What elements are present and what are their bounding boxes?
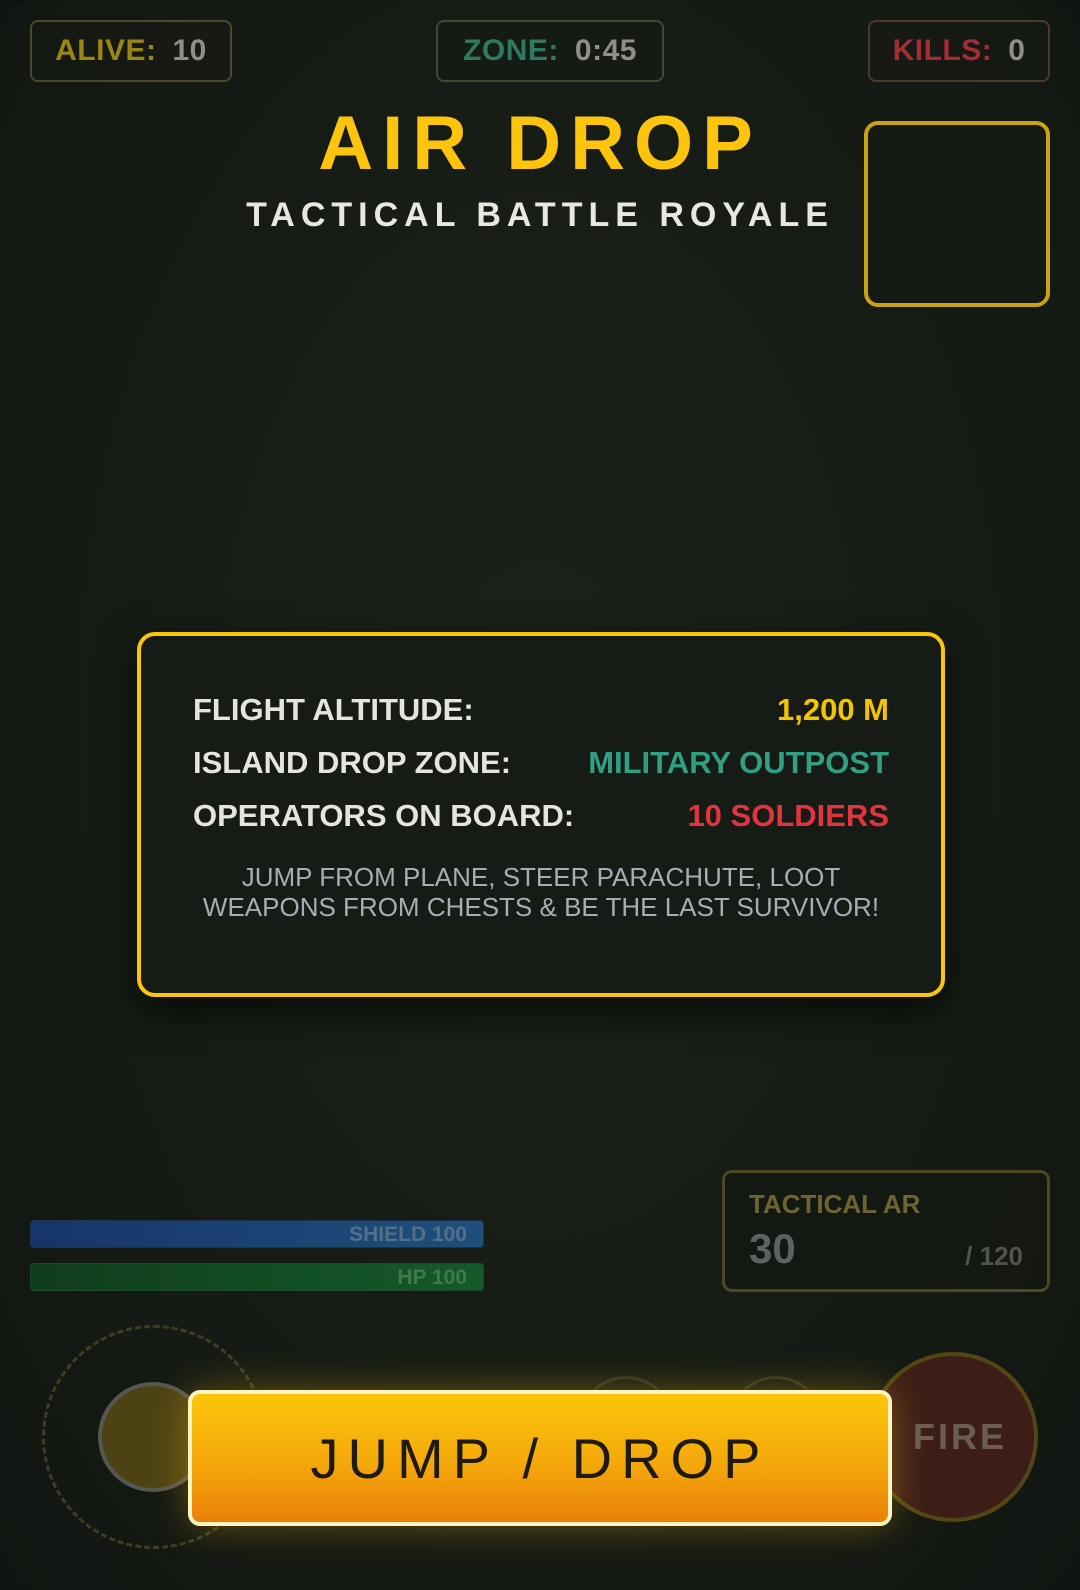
kills-label: KILLS: <box>892 34 993 67</box>
kills-counter: KILLS: 0 <box>868 20 1050 82</box>
operators-value: 10 SOLDIERS <box>687 798 889 833</box>
drop-zone-value: MILITARY OUTPOST <box>588 745 889 780</box>
operators-label: OPERATORS ON BOARD: <box>193 798 575 833</box>
alive-label: ALIVE: <box>55 34 157 67</box>
ammo-reserve: / 120 <box>965 1241 1023 1271</box>
flight-info-panel: FLIGHT ALTITUDE: 1,200 M ISLAND DROP ZON… <box>137 632 945 997</box>
mission-description: JUMP FROM PLANE, STEER PARACHUTE, LOOT W… <box>202 862 880 922</box>
zone-timer: ZONE: 0:45 <box>436 20 664 82</box>
hp-bar: HP 100 <box>30 1263 484 1291</box>
hp-label: HP 100 <box>397 1266 467 1289</box>
info-row-altitude: FLIGHT ALTITUDE: 1,200 M <box>193 692 889 728</box>
shield-label: SHIELD 100 <box>349 1223 467 1246</box>
info-row-operators: OPERATORS ON BOARD: 10 SOLDIERS <box>193 798 889 834</box>
fire-button[interactable]: FIRE <box>868 1352 1038 1522</box>
jump-drop-button[interactable]: JUMP / DROP <box>188 1390 892 1526</box>
game-screen: ALIVE: 10 ZONE: 0:45 KILLS: 0 AIR DROP T… <box>0 0 1080 1590</box>
alive-value: 10 <box>172 34 207 67</box>
weapon-name: TACTICAL AR <box>749 1189 921 1219</box>
zone-label: ZONE: <box>463 34 559 67</box>
info-row-drop-zone: ISLAND DROP ZONE: MILITARY OUTPOST <box>193 745 889 781</box>
altitude-label: FLIGHT ALTITUDE: <box>193 692 474 727</box>
shield-bar: SHIELD 100 <box>30 1220 484 1248</box>
drop-zone-label: ISLAND DROP ZONE: <box>193 745 512 780</box>
kills-value: 0 <box>1008 34 1026 67</box>
alive-counter: ALIVE: 10 <box>30 20 232 82</box>
ammo-count: 30 <box>749 1225 796 1272</box>
altitude-value: 1,200 M <box>776 692 889 727</box>
minimap[interactable] <box>864 121 1050 307</box>
weapon-panel: TACTICAL AR 30 / 120 <box>722 1170 1050 1292</box>
zone-value: 0:45 <box>574 34 637 67</box>
